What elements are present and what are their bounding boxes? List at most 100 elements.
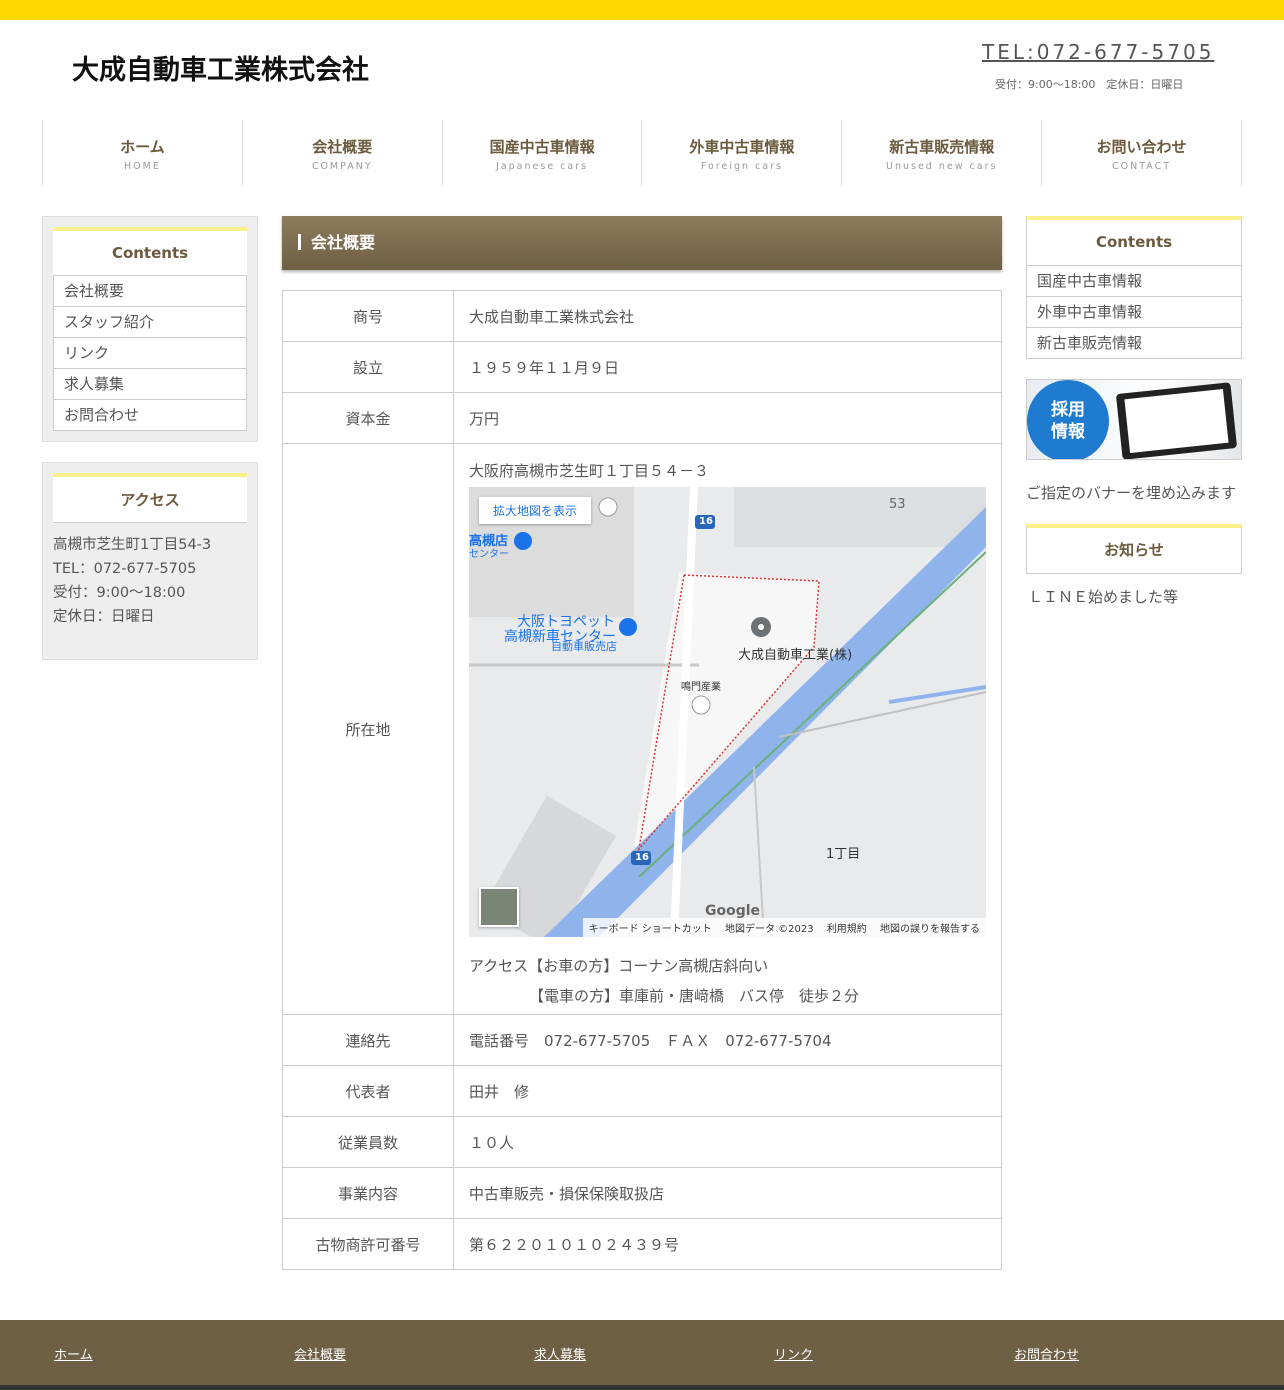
nav-sublabel: Unused new cars (886, 161, 998, 172)
sidebar-item-staff[interactable]: スタッフ紹介 (54, 307, 246, 338)
right-contents-title: Contents (1026, 216, 1242, 266)
table-row: 設立 １９５９年１１月９日 (282, 341, 1002, 393)
google-logo: Google (705, 903, 761, 919)
left-access-box: アクセス 高槻市芝生町1丁目54-3 TEL：072-677-5705 受付：9… (42, 462, 258, 660)
notebook-illustration (1115, 382, 1238, 459)
row-value: １９５９年１１月９日 (453, 341, 1002, 393)
access-info: 高槻市芝生町1丁目54-3 TEL：072-677-5705 受付：9:00～1… (43, 523, 257, 629)
banner-text-line2: 情報 (1051, 422, 1085, 442)
left-contents-title: Contents (53, 227, 247, 276)
news-text: ＬＩＮＥ始めました等 (1028, 588, 1179, 606)
nav-sublabel: CONTACT (1112, 161, 1172, 172)
sidebar-item-company[interactable]: 会社概要 (54, 276, 246, 307)
map-terms-link[interactable]: 利用規約 (827, 924, 867, 935)
map-route-16-south: 16 (635, 852, 649, 863)
table-row: 連絡先 電話番号 072-677-5705 ＦＡＸ 072-677-5704 (282, 1014, 1002, 1066)
recruit-banner[interactable]: 採用 情報 (1026, 379, 1242, 460)
bottom-bar (0, 1385, 1284, 1390)
left-access-title: アクセス (53, 473, 247, 523)
map-report-link[interactable]: 地図の誤りを報告する (880, 924, 980, 935)
map-attribution: キーボード ショートカット 地図データ ©2023 利用規約 地図の誤りを報告す… (582, 918, 986, 937)
nav-foreign-cars[interactable]: 外車中古車情報 Foreign cars (642, 120, 843, 186)
map-keyboard-shortcuts[interactable]: キーボード ショートカット (589, 924, 712, 935)
page-title-text: 会社概要 (311, 233, 376, 252)
access-tel: TEL：072-677-5705 (53, 561, 197, 577)
footer: ホーム 会社概要 求人募集 リンク お問合わせ (0, 1320, 1284, 1386)
map-label-store-center: センター (469, 549, 509, 560)
nav-sublabel: Japanese cars (496, 161, 589, 172)
row-label: 事業内容 (282, 1167, 454, 1219)
recruit-banner-badge: 採用 情報 (1027, 380, 1109, 459)
sidebar-item-japanese-cars[interactable]: 国産中古車情報 (1027, 266, 1241, 297)
table-row: 商号 大成自動車工業株式会社 (282, 290, 1002, 342)
row-value: 電話番号 072-677-5705 ＦＡＸ 072-677-5704 (453, 1014, 1002, 1066)
nav-company[interactable]: 会社概要 COMPANY (243, 120, 443, 186)
expand-map-button[interactable]: 拡大地図を表示 (479, 497, 592, 524)
nav-sublabel: HOME (124, 161, 161, 172)
row-label: 代表者 (282, 1065, 454, 1117)
sidebar-item-links[interactable]: リンク (54, 338, 246, 369)
nav-label: 新古車販売情報 (889, 138, 995, 156)
header-hours: 受付：9:00～18:00 定休日：日曜日 (995, 78, 1184, 91)
left-contents-box: Contents 会社概要 スタッフ紹介 リンク 求人募集 お問合わせ (42, 216, 258, 442)
row-value: 田井 修 (453, 1065, 1002, 1117)
map-label-company: 大成自動車工業(株) (738, 648, 853, 663)
satellite-toggle-button[interactable] (479, 887, 519, 927)
table-row: 従業員数 １０人 (282, 1116, 1002, 1168)
page-title: 会社概要 (282, 216, 1002, 270)
google-map[interactable]: 拡大地図を表示 高槻店 センター 大阪トヨペット 高槻新車センター 自動車販売店… (469, 487, 986, 937)
access-holiday: 定休日：日曜日 (53, 609, 155, 625)
nav-label: 外車中古車情報 (689, 138, 795, 156)
nav-sublabel: COMPANY (311, 161, 373, 172)
map-route-16-north: 16 (699, 516, 713, 527)
row-label: 商号 (282, 290, 454, 342)
row-label: 資本金 (282, 392, 454, 444)
title-bar-mark (298, 233, 301, 250)
footer-link-company[interactable]: 会社概要 (294, 1344, 346, 1363)
row-value: 大成自動車工業株式会社 (453, 290, 1002, 342)
nav-sublabel: Foreign cars (700, 161, 783, 172)
map-label-naruto: 鳴門産業 (681, 682, 721, 693)
row-value: １０人 (453, 1116, 1002, 1168)
nav-label: 国産中古車情報 (489, 138, 595, 156)
address-text: 大阪府高槻市芝生町１丁目５４－３ (469, 462, 710, 480)
footer-link-contact[interactable]: お問合わせ (1014, 1344, 1079, 1363)
nav-label: お問い合わせ (1096, 138, 1187, 156)
row-label: 古物商許可番号 (282, 1218, 454, 1270)
access-by-car: アクセス【お車の方】コーナン高槻店斜向い (469, 957, 769, 975)
sidebar-item-contact[interactable]: お問合わせ (54, 400, 246, 431)
nav-unused-new-cars[interactable]: 新古車販売情報 Unused new cars (842, 120, 1043, 186)
left-contents-list: 会社概要 スタッフ紹介 リンク 求人募集 お問合わせ (53, 276, 247, 431)
footer-link-recruit[interactable]: 求人募集 (534, 1344, 586, 1363)
map-label-chome: 1丁目 (826, 847, 861, 862)
top-accent-bar (0, 0, 1284, 20)
row-value: 第６２２０１０１０２４３９号 (453, 1218, 1002, 1270)
site-logo[interactable]: 大成自動車工業株式会社 (72, 48, 369, 87)
address-cell: 大阪府高槻市芝生町１丁目５４－３ 拡大地図を表示 高槻店 センター 大阪トヨペッ… (453, 443, 1002, 1015)
map-label-dealer: 自動車販売店 (551, 640, 617, 653)
footer-link-home[interactable]: ホーム (54, 1344, 93, 1363)
nav-label: 会社概要 (312, 138, 373, 156)
access-hours: 受付：9:00～18:00 (53, 585, 186, 601)
sidebar-item-unused-new-cars[interactable]: 新古車販売情報 (1027, 328, 1241, 359)
table-row: 古物商許可番号 第６２２０１０１０２４３９号 (282, 1218, 1002, 1270)
row-label: 所在地 (282, 443, 454, 1015)
sidebar-item-recruit[interactable]: 求人募集 (54, 369, 246, 400)
row-value: 万円 (453, 392, 1002, 444)
row-label: 設立 (282, 341, 454, 393)
row-label: 連絡先 (282, 1014, 454, 1066)
map-graphic (469, 487, 986, 937)
sidebar-item-foreign-cars[interactable]: 外車中古車情報 (1027, 297, 1241, 328)
access-directions: アクセス【お車の方】コーナン高槻店斜向い 【電車の方】車庫前・唐﨑橋 バス停 徒… (469, 951, 1001, 1011)
news-title: お知らせ (1026, 524, 1242, 574)
nav-home[interactable]: ホーム HOME (43, 120, 243, 186)
nav-contact[interactable]: お問い合わせ CONTACT (1042, 120, 1242, 186)
banner-caption: ご指定のバナーを埋め込みます (1026, 484, 1237, 502)
row-value: 中古車販売・損保保険取扱店 (453, 1167, 1002, 1219)
header-tel-link[interactable]: TEL:072-677-5705 (982, 40, 1214, 64)
access-address: 高槻市芝生町1丁目54-3 (53, 537, 212, 553)
nav-japanese-cars[interactable]: 国産中古車情報 Japanese cars (443, 120, 643, 186)
table-row: 事業内容 中古車販売・損保保険取扱店 (282, 1167, 1002, 1219)
table-row: 代表者 田井 修 (282, 1065, 1002, 1117)
footer-link-links[interactable]: リンク (774, 1344, 813, 1363)
